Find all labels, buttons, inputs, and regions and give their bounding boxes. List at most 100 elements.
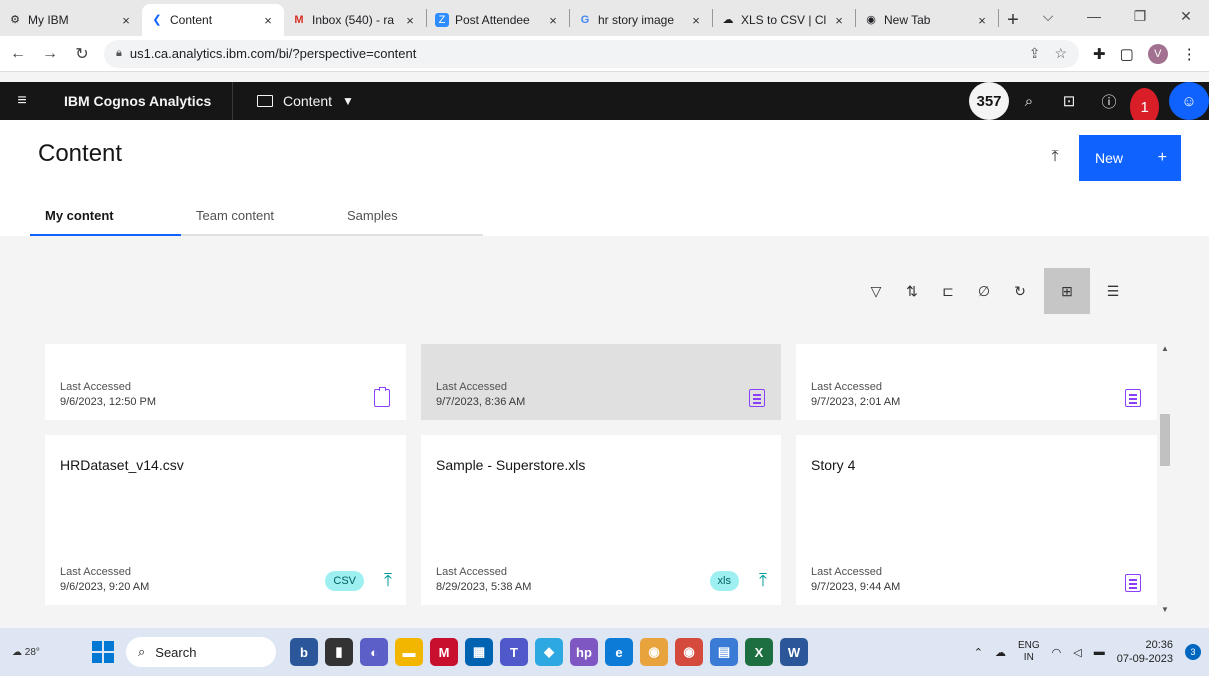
close-icon[interactable]: × xyxy=(260,13,276,28)
store-icon[interactable]: ▦ xyxy=(465,638,493,666)
chevron-up-icon[interactable]: ⌃ xyxy=(974,646,983,659)
last-accessed-label: Last Accessed xyxy=(811,566,882,578)
lock-icon[interactable]: 🔒︎ xyxy=(116,47,122,60)
file-explorer-icon[interactable]: ▬ xyxy=(395,638,423,666)
language-indicator[interactable]: ENG IN xyxy=(1018,640,1040,664)
file-type-badge: CSV xyxy=(325,571,364,591)
chat-icon[interactable]: ⊡ xyxy=(1049,82,1089,120)
content-card[interactable]: Last Accessed 9/7/2023, 2:01 AM xyxy=(796,344,1157,420)
hamburger-menu-icon[interactable]: ≡ xyxy=(0,92,44,110)
context-switcher[interactable]: Content ▼ xyxy=(233,93,354,109)
chrome-icon: ◉ xyxy=(866,14,876,26)
tab-samples[interactable]: Samples xyxy=(332,200,483,236)
search-icon[interactable]: ⌕ xyxy=(1009,82,1049,120)
wifi-icon[interactable]: ◠ xyxy=(1052,646,1062,659)
chrome-profile-icon[interactable]: ◉ xyxy=(675,638,703,666)
bookmark-star-icon[interactable]: ☆ xyxy=(1054,45,1067,62)
content-card[interactable]: Sample - Superstore.xls Last Accessed 8/… xyxy=(421,435,781,605)
forward-icon[interactable]: → xyxy=(36,45,64,63)
task-view-icon[interactable]: ▮ xyxy=(325,638,353,666)
list-view-icon[interactable]: ☰ xyxy=(1090,268,1136,314)
app-brand[interactable]: IBM Cognos Analytics xyxy=(44,93,232,109)
close-icon[interactable]: × xyxy=(402,13,418,28)
onedrive-icon[interactable]: ☁ xyxy=(995,646,1006,659)
filter-icon[interactable]: ▽ xyxy=(858,268,894,314)
word-icon[interactable]: W xyxy=(780,638,808,666)
content-card[interactable]: Story 4 Last Accessed 9/7/2023, 9:44 AM xyxy=(796,435,1157,605)
content-card[interactable]: HRDataset_v14.csv Last Accessed 9/6/2023… xyxy=(45,435,406,605)
clock[interactable]: 20:36 07-09-2023 xyxy=(1117,638,1173,666)
photos-icon[interactable]: ▤ xyxy=(710,638,738,666)
notification-badge[interactable]: 3 xyxy=(1185,644,1201,660)
app-icon[interactable]: hp xyxy=(570,638,598,666)
browser-tab-hr-story[interactable]: G hr story image × xyxy=(570,4,712,36)
close-icon[interactable]: × xyxy=(688,13,704,28)
content-card[interactable]: Last Accessed 9/6/2023, 12:50 PM xyxy=(45,344,406,420)
tab-title: Content xyxy=(170,13,213,27)
browser-tab-post-attendee[interactable]: Z Post Attendee × xyxy=(427,4,569,36)
card-title: Sample - Superstore.xls xyxy=(436,457,586,473)
user-menu[interactable]: ☺ xyxy=(1169,82,1209,120)
browser-tab-xls-csv[interactable]: ☁ XLS to CSV | Cl × xyxy=(713,4,855,36)
new-folder-icon[interactable]: ⊏ xyxy=(930,268,966,314)
system-tray: ⌃ ☁ ENG IN ◠ ◁ ▬ 20:36 07-09-2023 3 xyxy=(974,638,1209,666)
grid-view-icon[interactable]: ⊞ xyxy=(1044,268,1090,314)
back-icon[interactable]: ← xyxy=(4,45,32,63)
new-tab-button[interactable]: + xyxy=(999,4,1027,36)
scroll-down-icon[interactable]: ▼ xyxy=(1158,605,1172,614)
taskbar-search[interactable]: ⌕ Search xyxy=(126,637,276,667)
content-card[interactable]: Last Accessed 9/7/2023, 8:36 AM xyxy=(421,344,781,420)
google-icon: G xyxy=(580,14,590,26)
content-toolbar: ▽ ⇅ ⊏ ∅ ↻ ⊞ ☰ xyxy=(858,268,1136,314)
scrollbar-thumb[interactable] xyxy=(1160,414,1170,466)
link-icon[interactable]: ∅ xyxy=(966,268,1002,314)
new-button[interactable]: New + xyxy=(1079,135,1181,181)
teams-icon[interactable]: T xyxy=(500,638,528,666)
tab-title: Inbox (540) - ra xyxy=(312,13,395,27)
extensions-icon[interactable]: ✚ xyxy=(1093,45,1106,63)
start-button[interactable] xyxy=(92,641,114,663)
browser-tab-content[interactable]: ❮ Content × xyxy=(142,4,284,36)
refresh-icon[interactable]: ↻ xyxy=(1002,268,1038,314)
report-icon xyxy=(749,389,765,407)
url-field[interactable]: 🔒︎ us1.ca.analytics.ibm.com/bi/?perspect… xyxy=(104,39,1079,68)
tab-team-content[interactable]: Team content xyxy=(181,200,332,236)
edge-icon[interactable]: e xyxy=(605,638,633,666)
mcafee-icon[interactable]: M xyxy=(430,638,458,666)
tab-title: New Tab xyxy=(884,13,931,27)
weather-widget[interactable]: ☁ 28° xyxy=(0,647,56,658)
share-icon[interactable]: ⇪ xyxy=(1029,45,1041,62)
chat-app-icon[interactable]: ◐ xyxy=(360,638,388,666)
close-icon[interactable]: × xyxy=(118,13,134,28)
close-icon[interactable]: × xyxy=(545,13,561,28)
menu-icon[interactable]: ⋮ xyxy=(1182,45,1197,63)
excel-icon[interactable]: X xyxy=(745,638,773,666)
sort-icon[interactable]: ⇅ xyxy=(894,268,930,314)
notifications-counter[interactable]: 357 xyxy=(969,82,1009,120)
cognos-icon: ❮ xyxy=(152,14,162,26)
browser-tab-my-ibm[interactable]: ⚙ My IBM × xyxy=(0,4,142,36)
tab-my-content[interactable]: My content xyxy=(30,200,181,236)
restore-icon[interactable]: ❐ xyxy=(1117,0,1163,32)
tab-search-icon[interactable]: ⌵ xyxy=(1025,0,1071,32)
widgets-icon[interactable]: b xyxy=(290,638,318,666)
close-window-icon[interactable]: ✕ xyxy=(1163,0,1209,32)
browser-tab-inbox[interactable]: M Inbox (540) - ra × xyxy=(284,4,426,36)
profile-avatar[interactable]: V xyxy=(1147,43,1168,64)
bell-icon[interactable]: ♫1 xyxy=(1129,82,1169,126)
close-icon[interactable]: × xyxy=(974,13,990,28)
copilot-icon[interactable]: ◆ xyxy=(535,638,563,666)
volume-icon[interactable]: ◁ xyxy=(1073,646,1081,659)
upload-icon[interactable]: ⤒ xyxy=(1044,148,1066,170)
chrome-icon[interactable]: ◉ xyxy=(640,638,668,666)
browser-tab-new-tab[interactable]: ◉ New Tab × xyxy=(856,4,998,36)
upload-icon: ⤒ xyxy=(759,570,767,590)
help-icon[interactable]: ⓘ xyxy=(1089,82,1129,120)
battery-icon[interactable]: ▬ xyxy=(1094,646,1105,658)
reload-icon[interactable]: ↻ xyxy=(68,44,96,64)
sidebar-icon[interactable]: ▢ xyxy=(1120,45,1134,63)
minimize-icon[interactable]: — xyxy=(1071,0,1117,32)
content-scrollbar[interactable]: ▲ ▼ xyxy=(1158,344,1172,614)
scroll-up-icon[interactable]: ▲ xyxy=(1158,344,1172,353)
close-icon[interactable]: × xyxy=(831,13,847,28)
